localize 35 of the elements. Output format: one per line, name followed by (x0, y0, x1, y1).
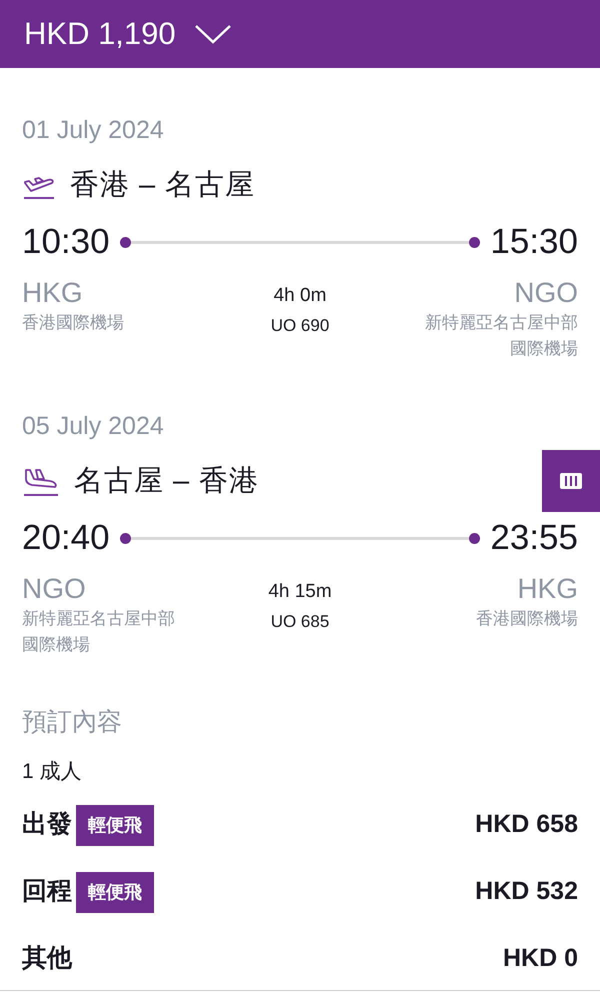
total-price-button[interactable]: HKD 1,190 (24, 10, 232, 58)
departure-time: 10:30 (22, 222, 110, 262)
flight-number: UO 690 (270, 315, 330, 337)
fare-badge: 輕便飛 (76, 872, 154, 912)
airport-code: NGO (514, 276, 578, 310)
fare-label: 出發 (22, 809, 72, 840)
airport-name: 香港國際機場 (475, 608, 578, 630)
fare-label: 其他 (22, 943, 72, 974)
fare-price: HKD 532 (475, 876, 578, 908)
chevron-down-icon (194, 23, 232, 45)
departure-time: 20:40 (22, 518, 110, 558)
flight-date: 05 July 2024 (22, 411, 165, 442)
flight-number: UO 685 (270, 611, 330, 633)
fare-price: HKD 0 (502, 943, 578, 974)
columns-icon (560, 473, 582, 489)
airport-code: NGO (22, 572, 87, 606)
passenger-count: 1 成人 (22, 759, 83, 785)
route-title: 名古屋 – 香港 (74, 464, 260, 500)
flight-duration: 4h 0m (274, 284, 326, 308)
side-tab-button[interactable] (542, 450, 600, 512)
route-title: 香港 – 名古屋 (70, 168, 256, 204)
fare-price: HKD 658 (475, 809, 578, 840)
plane-landing-icon (22, 467, 60, 497)
fare-label: 回程 (22, 876, 72, 908)
arrival-time: 15:30 (490, 222, 578, 262)
section-heading: 預訂內容 (22, 707, 123, 738)
airport-code: HKG (22, 276, 84, 310)
airport-name: 新特麗亞名古屋中部國際機場 (424, 312, 578, 360)
flight-date: 01 July 2024 (22, 115, 165, 146)
airport-name: 香港國際機場 (22, 312, 125, 334)
fare-badge: 輕便飛 (76, 804, 154, 846)
airport-name: 新特麗亞名古屋中部國際機場 (22, 608, 176, 656)
arrival-time: 23:55 (490, 518, 578, 558)
airport-code: HKG (517, 572, 578, 606)
flight-duration: 4h 15m (268, 580, 332, 604)
